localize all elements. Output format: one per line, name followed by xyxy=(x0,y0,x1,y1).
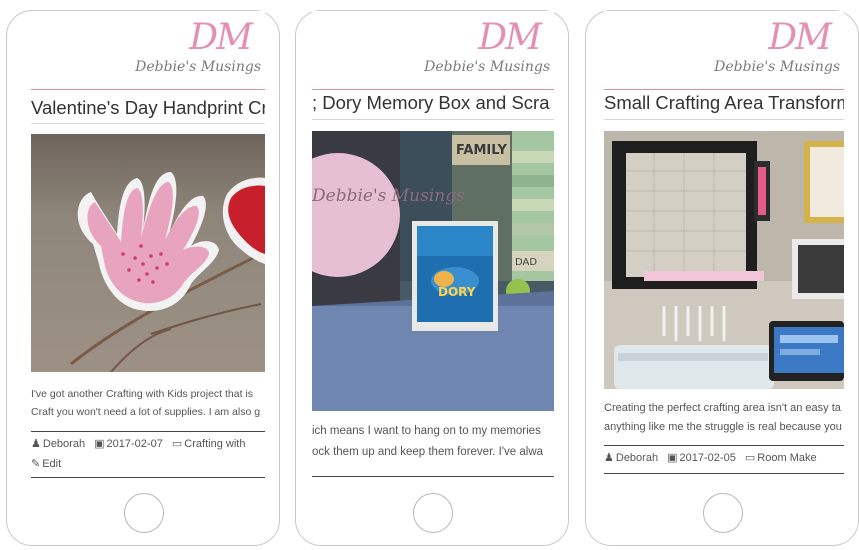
excerpt-line: ock them up and keep them forever. I've … xyxy=(312,446,544,458)
phone-screen-3: DM Debbie's Musings Small Crafting Area … xyxy=(604,11,844,489)
title-divider xyxy=(31,123,265,124)
post-date[interactable]: 2017-02-05 xyxy=(680,452,736,464)
meta-divider xyxy=(604,473,844,474)
logo-tagline: Debbie's Musings xyxy=(714,59,840,75)
category-icon: ▭ xyxy=(744,452,756,464)
phone-frame-1: DM Debbie's Musings Valentine's Day Hand… xyxy=(6,10,280,546)
logo-tagline: Debbie's Musings xyxy=(135,59,261,75)
site-logo[interactable]: DM Debbie's Musings xyxy=(424,17,550,85)
calendar-icon: ▣ xyxy=(667,452,678,464)
meta-divider xyxy=(31,477,265,478)
header-divider xyxy=(604,89,844,90)
excerpt-line: ich means I want to hang on to my memori… xyxy=(312,425,541,437)
meta-divider xyxy=(604,445,844,446)
phone-screen-1: DM Debbie's Musings Valentine's Day Hand… xyxy=(31,11,265,489)
edit-link[interactable]: Edit xyxy=(42,458,61,470)
calendar-icon: ▣ xyxy=(94,438,105,450)
post-excerpt: I've got another Crafting with Kids proj… xyxy=(31,385,260,421)
phone-screen-2: DM Debbie's Musings ; Dory Memory Box an… xyxy=(312,11,554,489)
category-icon: ▭ xyxy=(171,438,183,450)
site-logo[interactable]: DM Debbie's Musings xyxy=(714,17,840,85)
post-excerpt: ich means I want to hang on to my memori… xyxy=(312,421,543,463)
post-meta: ♟ Deborah ▣ 2017-02-07 ▭ Crafting with xyxy=(31,437,251,450)
meta-divider xyxy=(312,476,554,477)
post-author[interactable]: Deborah xyxy=(43,438,85,450)
post-image-crafting-area[interactable] xyxy=(604,131,844,389)
post-meta: ♟ Deborah ▣ 2017-02-05 ▭ Room Make xyxy=(604,451,823,464)
meta-divider xyxy=(31,431,265,432)
sign-text: Debbie's Musings xyxy=(312,186,465,206)
dad-label: DAD xyxy=(515,257,537,268)
home-button[interactable] xyxy=(413,493,453,533)
site-logo[interactable]: DM Debbie's Musings xyxy=(135,17,261,85)
author-icon: ♟ xyxy=(31,438,41,450)
author-icon: ♟ xyxy=(604,452,614,464)
phone-frame-2: DM Debbie's Musings ; Dory Memory Box an… xyxy=(295,10,569,546)
post-author[interactable]: Deborah xyxy=(616,452,658,464)
excerpt-line: Creating the perfect crafting area isn't… xyxy=(604,402,841,414)
home-button[interactable] xyxy=(703,493,743,533)
post-image-dory[interactable]: FAMILY DAD Debbie's Musings DORY xyxy=(312,131,554,411)
header-divider xyxy=(312,89,554,90)
home-button[interactable] xyxy=(124,493,164,533)
pencil-icon: ✎ xyxy=(31,458,41,470)
header-divider xyxy=(31,89,265,90)
logo-initials: DM xyxy=(478,17,542,58)
excerpt-line: Craft you won't need a lot of supplies. … xyxy=(31,406,261,418)
logo-initials: DM xyxy=(189,17,253,58)
post-edit-row: ✎ Edit xyxy=(31,457,67,470)
post-category[interactable]: Room Make xyxy=(757,452,816,464)
family-label: FAMILY xyxy=(456,143,507,158)
post-title[interactable]: Small Crafting Area Transform xyxy=(604,92,844,114)
excerpt-line: I've got another Crafting with Kids proj… xyxy=(31,388,254,400)
logo-initials: DM xyxy=(768,17,832,58)
post-date[interactable]: 2017-02-07 xyxy=(107,438,163,450)
logo-tagline: Debbie's Musings xyxy=(424,59,550,75)
post-title[interactable]: ; Dory Memory Box and Scra xyxy=(312,92,550,114)
excerpt-line: anything like me the struggle is real be… xyxy=(604,421,842,433)
post-excerpt: Creating the perfect crafting area isn't… xyxy=(604,399,842,437)
poster-title: DORY xyxy=(438,285,476,299)
title-divider xyxy=(312,119,554,120)
post-image-handprint[interactable] xyxy=(31,134,265,372)
post-title[interactable]: Valentine's Day Handprint Cra xyxy=(31,97,265,119)
phone-frame-3: DM Debbie's Musings Small Crafting Area … xyxy=(585,10,859,546)
post-category[interactable]: Crafting with xyxy=(184,438,245,450)
title-divider xyxy=(604,119,844,120)
